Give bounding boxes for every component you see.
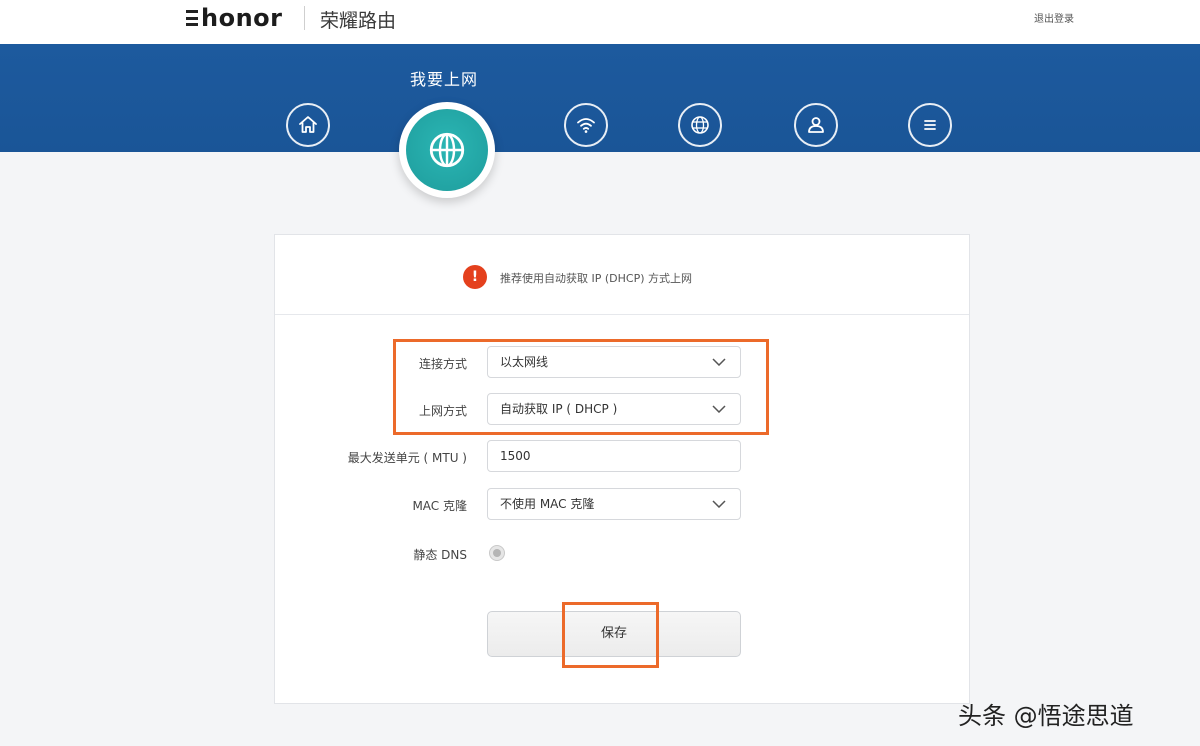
menu-icon	[924, 120, 936, 130]
internet-mode-value: 自动获取 IP ( DHCP )	[500, 402, 618, 416]
globe-icon	[429, 132, 465, 168]
internet-mode-label: 上网方式	[418, 404, 467, 418]
watermark-text: 头条 @悟途思道	[958, 702, 1134, 730]
chevron-down-icon	[712, 405, 726, 413]
connection-type-label: 连接方式	[418, 357, 467, 371]
nav-network[interactable]	[678, 103, 722, 147]
mac-clone-value: 不使用 MAC 克隆	[500, 497, 595, 511]
mtu-value: 1500	[500, 449, 531, 463]
chevron-down-icon	[712, 500, 726, 508]
nav-internet-active[interactable]	[399, 102, 495, 198]
tip-text: 推荐使用自动获取 IP (DHCP) 方式上网	[500, 272, 693, 285]
logo-mark-icon	[186, 10, 198, 26]
logout-link[interactable]: 退出登录	[1034, 10, 1074, 25]
nav-user[interactable]	[794, 103, 838, 147]
nav-wifi[interactable]	[564, 103, 608, 147]
static-dns-toggle[interactable]	[489, 545, 505, 561]
top-header: honor 荣耀路由 退出登录	[0, 0, 1200, 44]
brand-name: honor	[201, 4, 283, 32]
nav-home[interactable]	[286, 103, 330, 147]
static-dns-label: 静态 DNS	[413, 548, 467, 562]
nav-active-title: 我要上网	[410, 70, 479, 89]
internet-mode-select[interactable]: 自动获取 IP ( DHCP )	[487, 393, 741, 425]
mac-clone-select[interactable]: 不使用 MAC 克隆	[487, 488, 741, 520]
connection-type-value: 以太网线	[500, 355, 549, 369]
internet-settings-card: ! 推荐使用自动获取 IP (DHCP) 方式上网 连接方式 以太网线 上网方式…	[274, 234, 970, 704]
header-divider	[304, 6, 305, 30]
network-globe-icon	[691, 116, 709, 134]
home-icon	[299, 116, 317, 133]
mtu-input[interactable]: 1500	[487, 440, 741, 472]
nav-more[interactable]	[908, 103, 952, 147]
wifi-icon	[577, 118, 595, 133]
mtu-label: 最大发送单元 ( MTU )	[347, 451, 467, 465]
connection-type-select[interactable]: 以太网线	[487, 346, 741, 378]
mac-clone-label: MAC 克隆	[412, 499, 467, 513]
tip-row: ! 推荐使用自动获取 IP (DHCP) 方式上网	[275, 235, 969, 315]
honor-logo: honor	[186, 4, 282, 32]
chevron-down-icon	[712, 358, 726, 366]
save-button[interactable]: 保存	[487, 611, 741, 657]
user-icon	[808, 117, 824, 133]
product-name: 荣耀路由	[320, 10, 397, 32]
alert-icon: !	[463, 265, 487, 289]
